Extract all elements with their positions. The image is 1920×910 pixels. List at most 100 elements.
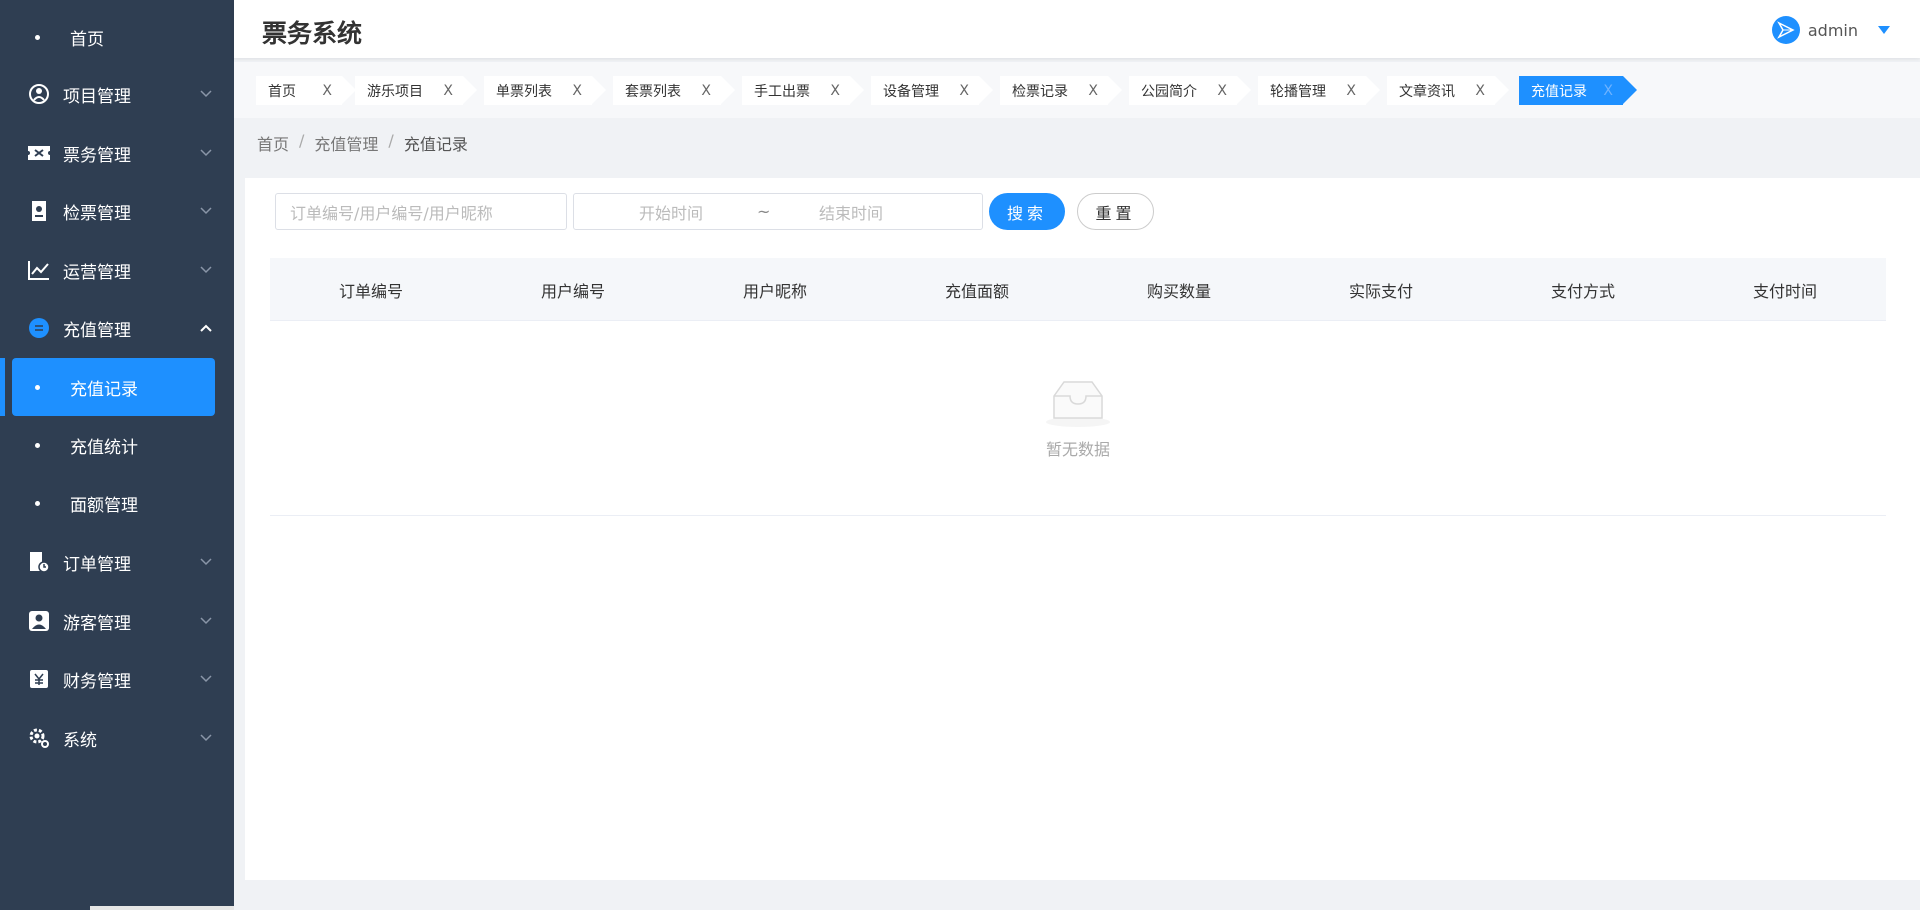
breadcrumb-item-current: 充值记录 — [403, 135, 468, 154]
column-header-order-no[interactable]: 订单编号 — [270, 258, 472, 321]
reset-button[interactable]: 重置 — [1077, 193, 1154, 230]
tag-label: 充值记录 — [1531, 83, 1587, 100]
project-icon — [27, 82, 51, 106]
chevron-down-icon — [200, 88, 212, 100]
date-range-picker[interactable]: 开始时间 ~ 结束时间 — [573, 193, 983, 230]
tag-articles[interactable]: 文章资讯 X — [1387, 76, 1509, 105]
sidebar-bottom-strip — [90, 906, 234, 910]
finance-icon — [27, 667, 51, 691]
bullet-icon — [35, 34, 40, 40]
close-icon[interactable]: X — [701, 83, 711, 99]
tag-label: 套票列表 — [625, 83, 681, 100]
close-icon[interactable]: X — [572, 83, 582, 99]
top-header: 票务系统 admin — [234, 0, 1920, 58]
sidebar-item-recharge[interactable]: 充值管理 — [0, 299, 234, 357]
chevron-up-icon — [200, 322, 212, 334]
tag-label: 轮播管理 — [1270, 83, 1326, 100]
tag-label: 游乐项目 — [367, 83, 423, 100]
close-icon[interactable]: X — [1346, 83, 1356, 99]
table-header: 订单编号 用户编号 用户昵称 充值面额 购买数量 实际支付 支付方式 支付时间 — [270, 258, 1886, 321]
close-icon[interactable]: X — [830, 83, 840, 99]
sidebar-item-visitor[interactable]: 游客管理 — [0, 592, 234, 650]
chevron-down-icon — [200, 673, 212, 685]
breadcrumb-item-home[interactable]: 首页 — [257, 131, 289, 155]
check-ticket-icon — [27, 199, 51, 223]
tag-label: 文章资讯 — [1399, 83, 1455, 100]
tag-device[interactable]: 设备管理 X — [871, 76, 993, 105]
sidebar-subitem-denomination[interactable]: 面额管理 — [0, 474, 234, 532]
breadcrumb-item-recharge[interactable]: 充值管理 — [314, 131, 378, 155]
username: admin — [1807, 20, 1858, 40]
bullet-icon — [35, 500, 40, 506]
close-icon[interactable]: X — [959, 83, 969, 99]
sidebar-subitem-label: 充值记录 — [70, 379, 138, 400]
close-icon[interactable]: X — [1217, 83, 1227, 99]
tag-recharge-record[interactable]: 充值记录 X — [1519, 76, 1637, 105]
close-icon[interactable]: X — [1088, 83, 1098, 99]
column-header-pay-time[interactable]: 支付时间 — [1684, 258, 1886, 321]
sidebar-item-finance[interactable]: 财务管理 — [0, 650, 234, 708]
column-header-nickname[interactable]: 用户昵称 — [674, 258, 876, 321]
tag-rides[interactable]: 游乐项目 X — [355, 76, 477, 105]
caret-down-icon — [1878, 26, 1890, 34]
sidebar-subitem-label: 充值统计 — [70, 437, 138, 458]
sidebar-item-system[interactable]: 系统 — [0, 709, 234, 767]
search-button[interactable]: 搜索 — [989, 193, 1065, 230]
sidebar-item-order[interactable]: 订单管理 — [0, 533, 234, 591]
table-empty-state: 暂无数据 — [270, 321, 1886, 516]
tag-label: 手工出票 — [754, 83, 810, 100]
column-header-actual-pay[interactable]: 实际支付 — [1280, 258, 1482, 321]
tag-package-ticket[interactable]: 套票列表 X — [613, 76, 735, 105]
tag-label: 首页 — [268, 83, 296, 100]
sidebar-item-label: 订单管理 — [63, 554, 131, 575]
close-icon[interactable]: X — [443, 83, 453, 99]
sidebar-item-label: 系统 — [63, 730, 97, 751]
empty-text: 暂无数据 — [1045, 440, 1110, 459]
sidebar-item-check-ticket[interactable]: 检票管理 — [0, 182, 234, 240]
tags-bar: 首页 X 游乐项目 X 单票列表 X 套票列表 X 手工出票 X 设备管理 X … — [234, 62, 1920, 118]
user-menu[interactable]: admin — [1771, 16, 1890, 44]
tag-check-record[interactable]: 检票记录 X — [1000, 76, 1122, 105]
search-input[interactable]: 订单编号/用户编号/用户昵称 — [275, 193, 567, 230]
sidebar-item-home[interactable]: 首页 — [0, 8, 234, 66]
column-header-denomination[interactable]: 充值面额 — [876, 258, 1078, 321]
tag-park-intro[interactable]: 公园简介 X — [1129, 76, 1251, 105]
sidebar-item-label: 财务管理 — [63, 671, 131, 692]
recharge-icon — [27, 316, 51, 340]
ticket-icon — [27, 141, 51, 165]
sidebar-subitem-recharge-stats[interactable]: 充值统计 — [0, 416, 234, 474]
bullet-icon — [35, 384, 40, 390]
sidebar-item-label: 票务管理 — [63, 145, 131, 166]
sidebar-item-operation[interactable]: 运营管理 — [0, 241, 234, 299]
column-header-quantity[interactable]: 购买数量 — [1078, 258, 1280, 321]
start-date-field[interactable]: 开始时间 — [639, 200, 703, 224]
search-placeholder: 订单编号/用户编号/用户昵称 — [290, 203, 493, 223]
end-date-field[interactable]: 结束时间 — [819, 200, 883, 224]
tag-label: 单票列表 — [496, 83, 552, 100]
chevron-down-icon — [200, 205, 212, 217]
close-icon[interactable]: X — [1475, 83, 1485, 99]
app-title: 票务系统 — [262, 19, 363, 48]
sidebar: 首页 项目管理 票务管理 检票管理 运营管理 充值管理 充值记录 充值统计 面额… — [0, 0, 234, 910]
sidebar-subitem-recharge-record[interactable]: 充值记录 — [12, 358, 215, 416]
tag-label: 设备管理 — [883, 83, 939, 100]
avatar — [1771, 16, 1800, 44]
sidebar-item-project[interactable]: 项目管理 — [0, 65, 234, 123]
tag-carousel[interactable]: 轮播管理 X — [1258, 76, 1380, 105]
close-icon[interactable]: X — [322, 83, 332, 99]
order-icon — [27, 550, 51, 574]
breadcrumb-separator: / — [299, 131, 305, 150]
gear-icon — [27, 726, 51, 750]
column-header-user-no[interactable]: 用户编号 — [472, 258, 674, 321]
column-header-pay-method[interactable]: 支付方式 — [1482, 258, 1684, 321]
breadcrumb-separator: / — [388, 131, 394, 150]
tag-manual-ticket[interactable]: 手工出票 X — [742, 76, 864, 105]
chevron-down-icon — [200, 264, 212, 276]
close-icon[interactable]: X — [1603, 83, 1613, 99]
tag-home[interactable]: 首页 X — [256, 76, 356, 105]
sidebar-item-label: 运营管理 — [63, 262, 131, 283]
range-separator: ~ — [757, 202, 771, 221]
tag-single-ticket[interactable]: 单票列表 X — [484, 76, 606, 105]
chart-icon — [27, 258, 51, 282]
sidebar-item-ticket[interactable]: 票务管理 — [0, 124, 234, 182]
